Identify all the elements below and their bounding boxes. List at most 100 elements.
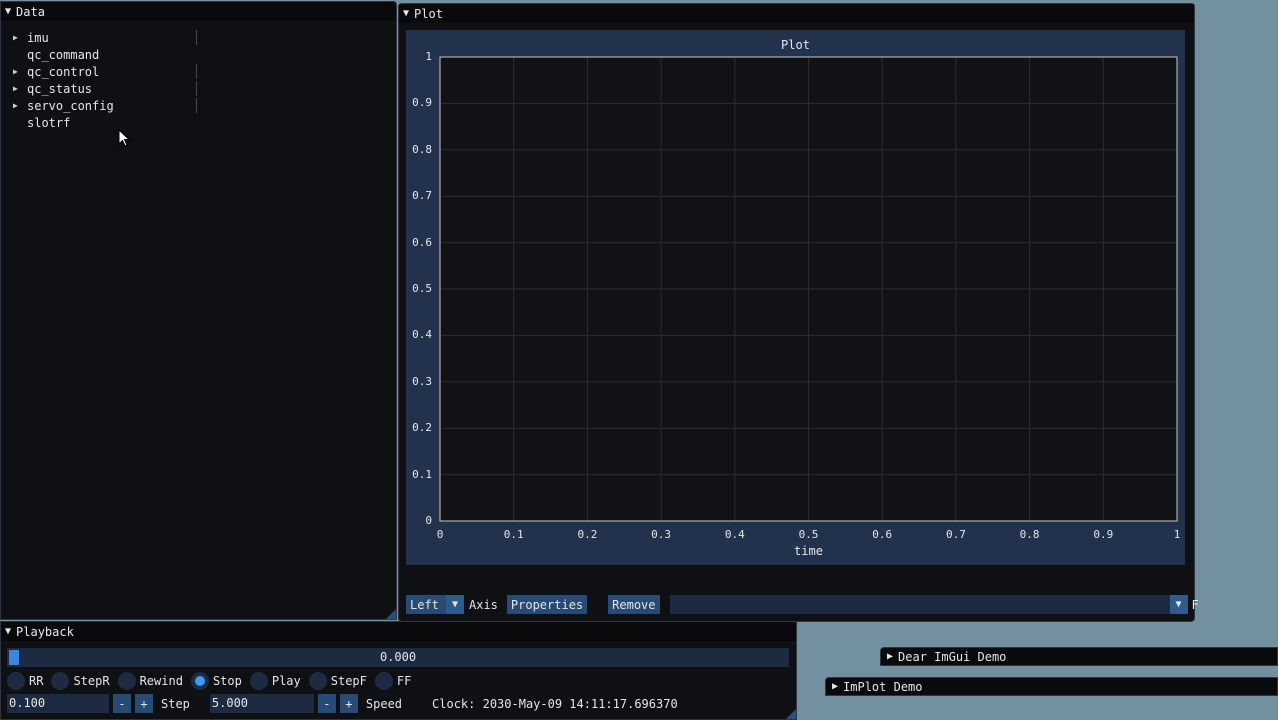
- expand-arrow-icon[interactable]: ▶: [13, 101, 25, 110]
- tree-item-label: slotrf: [27, 115, 71, 130]
- dropdown-arrow-icon[interactable]: ▼: [1169, 595, 1188, 614]
- x-tick-label: 0.1: [503, 528, 524, 541]
- y-tick-label: 0.3: [412, 374, 432, 388]
- radio-stop[interactable]: Stop: [190, 671, 242, 690]
- tree-item-qc-control[interactable]: ▶ qc_control: [1, 63, 381, 80]
- step-plus-button[interactable]: +: [135, 694, 153, 713]
- speed-label: Speed: [365, 696, 403, 711]
- radio-label: StepR: [73, 673, 110, 688]
- expand-arrow-icon[interactable]: ▶: [13, 67, 25, 76]
- tree-item-servo-config[interactable]: ▶ servo_config: [1, 97, 381, 114]
- column-separator[interactable]: [196, 30, 197, 45]
- plot-frame[interactable]: Plot time 0 0.1 0.2 0.3 0.4 0.5 0.6 0.7 0.8 0.9 1 0…: [406, 30, 1185, 565]
- x-tick-label: 0.2: [577, 528, 598, 541]
- radio-ff[interactable]: FF: [374, 671, 411, 690]
- truncated-label: F: [1191, 597, 1198, 612]
- step-minus-button[interactable]: -: [113, 694, 131, 713]
- y-tick-label: 0.2: [412, 421, 432, 435]
- axis-controls: Left ▼ Axis Properties Remove ▼ F: [406, 595, 1198, 614]
- radio-circle-icon[interactable]: [117, 671, 136, 690]
- tree-item-imu[interactable]: ▶ imu: [1, 29, 381, 46]
- playback-window: ▼ Playback 0.000 RR StepR Rewind Stop Play St…: [0, 621, 797, 720]
- step-label: Step: [161, 696, 190, 711]
- expand-arrow-icon[interactable]: ▶: [13, 84, 25, 93]
- time-slider[interactable]: 0.000: [7, 648, 789, 667]
- radio-label: RR: [29, 673, 44, 688]
- tree-item-label: qc_control: [27, 64, 100, 79]
- radio-circle-icon[interactable]: [308, 671, 327, 690]
- radio-label: StepF: [330, 673, 367, 688]
- y-tick-label: 0.8: [412, 142, 432, 156]
- plot-title: Plot: [781, 38, 810, 52]
- tree-item-qc-status[interactable]: ▶ qc_status: [1, 80, 381, 97]
- plot-canvas[interactable]: [406, 30, 1185, 565]
- y-tick-label: 0.1: [412, 467, 432, 481]
- implot-demo-title: ImPlot Demo: [843, 679, 923, 694]
- radio-circle-icon[interactable]: [374, 671, 393, 690]
- series-combo[interactable]: [669, 595, 1170, 614]
- properties-button[interactable]: Properties: [506, 595, 588, 614]
- imgui-demo-title: Dear ImGui Demo: [898, 649, 1007, 664]
- y-tick-label: 0.5: [412, 282, 432, 295]
- x-tick-label: 0.3: [651, 528, 672, 541]
- data-window-titlebar[interactable]: ▼ Data: [1, 2, 396, 21]
- speed-plus-button[interactable]: +: [339, 694, 358, 713]
- radio-circle-icon[interactable]: [190, 671, 209, 690]
- plot-window-titlebar[interactable]: ▼ Plot: [399, 4, 1194, 23]
- column-separator[interactable]: [196, 98, 197, 113]
- radio-circle-icon[interactable]: [249, 671, 268, 690]
- radio-circle-icon[interactable]: [51, 671, 70, 690]
- collapse-triangle-icon[interactable]: ▼: [5, 626, 11, 637]
- x-tick-label: 0.9: [1093, 528, 1114, 541]
- x-tick-label: 0.4: [724, 528, 745, 541]
- slider-value: 0.000: [379, 650, 417, 664]
- data-tree: ▶ imu qc_command ▶ qc_control ▶ qc_statu…: [1, 29, 381, 131]
- speed-minus-button[interactable]: -: [317, 694, 336, 713]
- y-tick-label: 0.7: [412, 189, 432, 203]
- radio-stepr[interactable]: StepR: [51, 671, 110, 690]
- x-tick-label: 0.8: [1019, 528, 1040, 541]
- tree-item-slotrf[interactable]: slotrf: [1, 114, 381, 131]
- x-axis-label: time: [794, 544, 823, 558]
- implot-demo-window[interactable]: ▶ ImPlot Demo: [825, 677, 1278, 696]
- collapse-triangle-icon[interactable]: ▼: [5, 6, 11, 17]
- step-input[interactable]: 0.100: [7, 694, 109, 713]
- collapse-triangle-icon[interactable]: ▼: [403, 8, 409, 19]
- radio-circle-icon[interactable]: [7, 671, 25, 690]
- column-separator[interactable]: [196, 64, 197, 79]
- expand-triangle-icon[interactable]: ▶: [832, 681, 838, 692]
- remove-button[interactable]: Remove: [608, 595, 660, 614]
- y-tick-label: 0.9: [412, 96, 432, 110]
- radio-rr[interactable]: RR: [7, 671, 44, 690]
- data-window-title: Data: [16, 4, 45, 19]
- y-tick-label: 0.4: [412, 328, 432, 342]
- radio-label: Rewind: [139, 673, 183, 688]
- radio-play[interactable]: Play: [249, 671, 301, 690]
- column-separator[interactable]: [196, 81, 197, 96]
- expand-triangle-icon[interactable]: ▶: [887, 651, 893, 662]
- data-window: ▼ Data ▶ imu qc_command ▶ qc_control ▶ q…: [0, 1, 397, 620]
- radio-label: Stop: [212, 673, 242, 688]
- speed-input[interactable]: 5.000: [209, 694, 314, 713]
- radio-rewind[interactable]: Rewind: [117, 671, 183, 690]
- tree-item-label: imu: [27, 30, 49, 45]
- mode-radio-group: RR StepR Rewind Stop Play StepF FF: [7, 671, 419, 690]
- imgui-demo-window[interactable]: ▶ Dear ImGui Demo: [880, 647, 1278, 666]
- tree-item-label: servo_config: [27, 98, 114, 113]
- x-tick-label: 1: [1173, 528, 1181, 541]
- tree-item-qc-command[interactable]: qc_command: [1, 46, 381, 63]
- x-tick-label: 0.5: [798, 528, 819, 541]
- mouse-cursor-icon: [118, 129, 130, 147]
- y-tick-label: 0: [425, 514, 432, 527]
- expand-arrow-icon[interactable]: ▶: [13, 33, 25, 42]
- step-speed-row: 0.100 - + Step 5.000 - + Speed Clock: 20…: [7, 694, 678, 713]
- radio-stepf[interactable]: StepF: [308, 671, 367, 690]
- dropdown-arrow-icon[interactable]: ▼: [446, 595, 464, 614]
- axis-select-value[interactable]: Left: [406, 595, 446, 614]
- resize-grip[interactable]: [786, 709, 796, 719]
- tree-item-label: qc_command: [27, 47, 100, 62]
- resize-grip[interactable]: [386, 609, 396, 619]
- playback-window-titlebar[interactable]: ▼ Playback: [1, 622, 796, 641]
- x-tick-label: 0.6: [872, 528, 893, 541]
- radio-label: Play: [271, 673, 301, 688]
